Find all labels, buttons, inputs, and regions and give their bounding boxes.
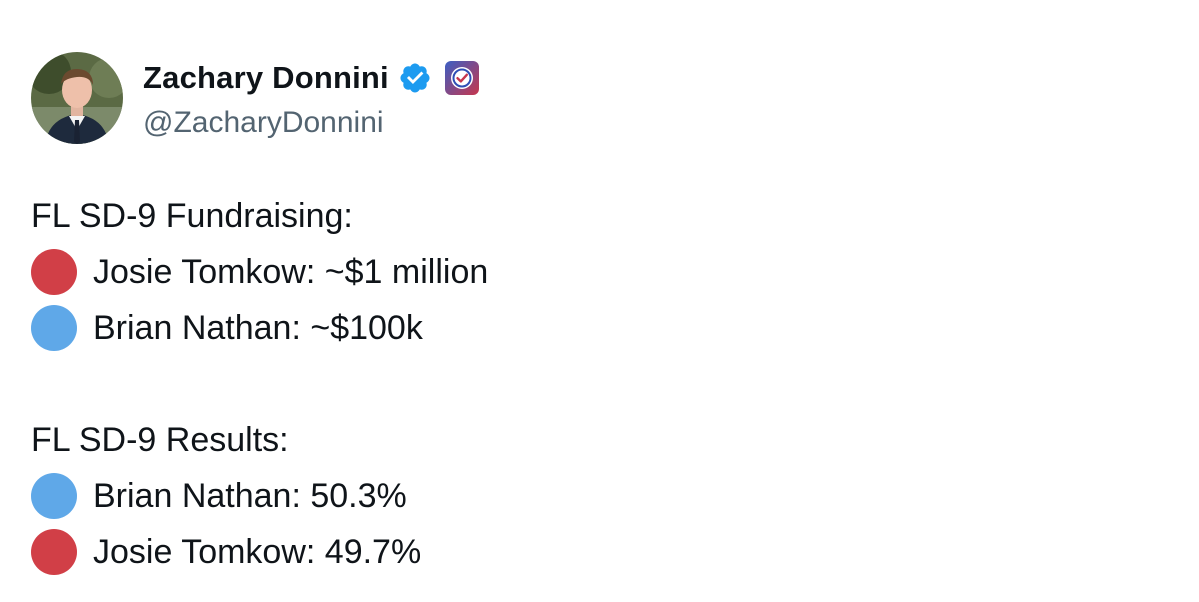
red-circle-icon <box>31 529 77 575</box>
handle[interactable]: @ZacharyDonnini <box>143 106 480 140</box>
display-name[interactable]: Zachary Donnini <box>143 60 389 96</box>
name-row: Zachary Donnini <box>143 56 480 100</box>
list-item: Brian Nathan: 50.3% <box>31 468 488 524</box>
avatar[interactable] <box>31 52 123 144</box>
blue-circle-icon <box>31 473 77 519</box>
fundraising-heading: FL SD-9 Fundraising: <box>31 197 353 235</box>
affiliate-badge-icon[interactable] <box>444 60 480 96</box>
list-item: Josie Tomkow: 49.7% <box>31 524 488 580</box>
red-circle-icon <box>31 249 77 295</box>
tweet-header: Zachary Donnini @ZacharyDonnini <box>31 52 480 144</box>
tweet-text: FL SD-9 Fundraising: Josie Tomkow: ~$1 m… <box>31 188 488 580</box>
blue-circle-icon <box>31 305 77 351</box>
list-item: Brian Nathan: ~$100k <box>31 300 488 356</box>
verified-check-icon[interactable] <box>398 61 432 95</box>
list-item: Josie Tomkow: ~$1 million <box>31 244 488 300</box>
author-names: Zachary Donnini @ZacharyDonnini <box>143 56 480 140</box>
results-heading: FL SD-9 Results: <box>31 421 289 459</box>
tweet: Zachary Donnini @ZacharyDonnini FL SD-9 … <box>0 0 1199 602</box>
